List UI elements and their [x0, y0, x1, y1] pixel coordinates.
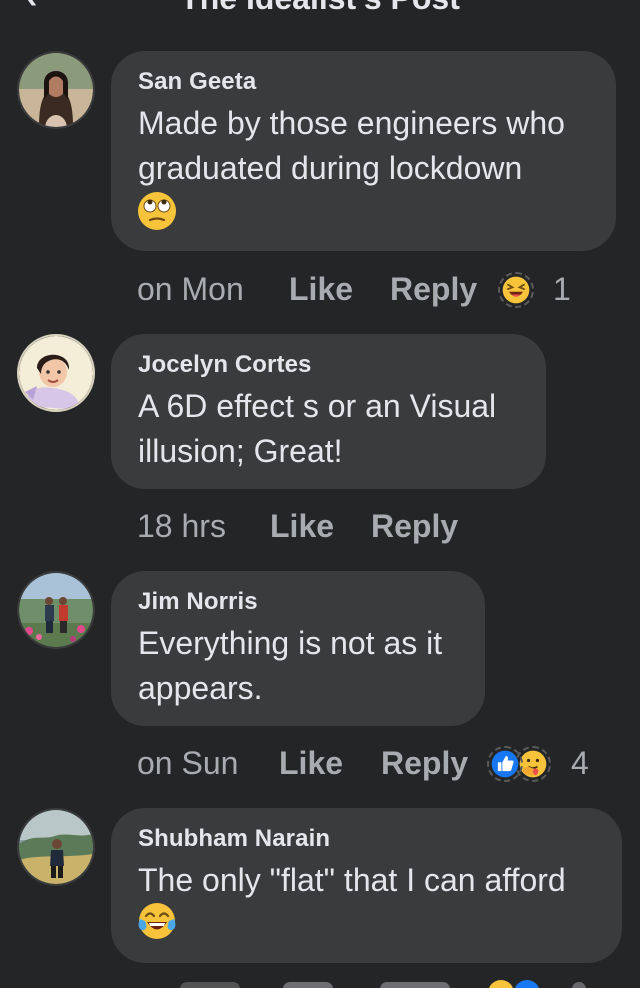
comment-author[interactable]: Shubham Narain — [138, 824, 596, 854]
comment-timestamp: on Mon — [137, 271, 244, 307]
avatar[interactable] — [17, 51, 95, 129]
tears-of-joy-emoji-icon — [138, 903, 176, 939]
comment-text: Made by those engineers who graduated du… — [138, 105, 565, 186]
comment-bubble[interactable]: San Geeta Made by those engineers who gr… — [111, 51, 616, 251]
like-button[interactable]: Like — [289, 269, 353, 309]
comment-actions: on Mon Like Reply 1 — [137, 269, 617, 309]
comment-actions: 18 hrs Like Reply — [137, 506, 537, 546]
comment-text: A 6D effect s or an Visual illusion; Gre… — [138, 388, 497, 469]
like-button[interactable]: Like — [270, 506, 334, 546]
comment-actions: on Sun Like Reply 4 — [137, 743, 617, 783]
like-thumbs-up-reaction-icon[interactable] — [487, 746, 523, 782]
laughing-face-reaction-icon[interactable] — [498, 272, 534, 308]
comment-bubble[interactable]: Jocelyn Cortes A 6D effect s or an Visua… — [111, 334, 546, 489]
rolling-eyes-emoji-icon — [138, 192, 176, 230]
comment-author[interactable]: San Geeta — [138, 67, 590, 97]
comment-author[interactable]: Jocelyn Cortes — [138, 350, 520, 380]
comment-text: The only "flat" that I can afford — [138, 862, 566, 898]
comment-timestamp: 18 hrs — [137, 508, 226, 544]
page-title: The Idealist's Post — [0, 0, 640, 14]
partial-comment-actions — [0, 978, 640, 988]
comment-bubble[interactable]: Jim Norris Everything is not as it appea… — [111, 571, 485, 726]
avatar[interactable] — [17, 571, 95, 649]
comment-timestamp: on Sun — [137, 745, 239, 781]
reaction-count[interactable]: 4 — [571, 743, 589, 783]
reaction-count[interactable]: 1 — [553, 269, 571, 309]
avatar[interactable] — [17, 808, 95, 886]
header: ‹ The Idealist's Post — [0, 0, 640, 14]
reply-button[interactable]: Reply — [381, 743, 468, 783]
comment-author[interactable]: Jim Norris — [138, 587, 459, 617]
reply-button[interactable]: Reply — [390, 269, 477, 309]
avatar[interactable] — [17, 334, 95, 412]
like-button[interactable]: Like — [279, 743, 343, 783]
reply-button[interactable]: Reply — [371, 506, 458, 546]
comment-bubble[interactable]: Shubham Narain The only "flat" that I ca… — [111, 808, 622, 963]
comment-text: Everything is not as it appears. — [138, 625, 443, 706]
